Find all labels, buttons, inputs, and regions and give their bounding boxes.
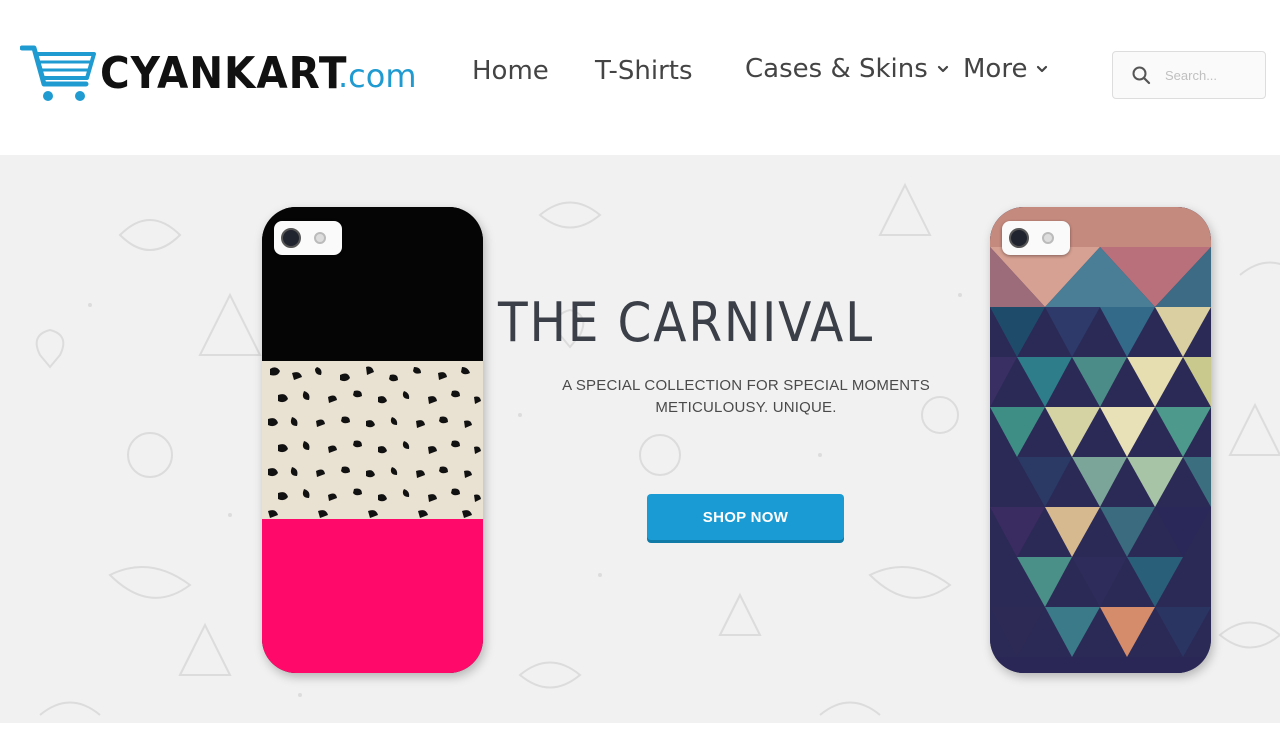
shop-now-label: SHOP NOW bbox=[702, 508, 789, 526]
search-box[interactable] bbox=[1112, 51, 1266, 99]
camera-cutout bbox=[1002, 221, 1070, 255]
camera-lens-icon bbox=[281, 228, 301, 248]
case-band-leopard-print bbox=[262, 361, 483, 519]
hero-title: THE CARNIVAL bbox=[497, 291, 875, 354]
shop-now-button[interactable]: SHOP NOW bbox=[647, 494, 844, 540]
hero-subtitle-line1: A SPECIAL COLLECTION FOR SPECIAL MOMENTS bbox=[562, 377, 930, 394]
nav-cases-skins-label: Cases & Skins bbox=[745, 54, 928, 84]
flash-icon bbox=[1042, 232, 1054, 244]
site-header: CYANKART .com Home T-Shirts Cases & Skin… bbox=[0, 0, 1280, 155]
search-input[interactable] bbox=[1165, 67, 1255, 83]
phone-case-black-leopard-pink[interactable] bbox=[262, 207, 483, 673]
phone-case-geometric-triangles[interactable] bbox=[990, 207, 1211, 673]
chevron-down-icon bbox=[937, 65, 948, 73]
flash-icon bbox=[314, 232, 326, 244]
nav-home-label: Home bbox=[472, 56, 549, 86]
search-icon bbox=[1132, 66, 1151, 85]
brand-name: CYANKART bbox=[100, 48, 348, 99]
case-geometric-pattern bbox=[990, 207, 1211, 673]
hero-title-wrap: THE CARNIVAL bbox=[0, 291, 1280, 354]
nav-tshirts-label: T-Shirts bbox=[595, 56, 693, 86]
hero-banner: THE CARNIVAL A SPECIAL COLLECTION FOR SP… bbox=[0, 155, 1280, 723]
nav-more[interactable]: More bbox=[963, 54, 1049, 84]
nav-home[interactable]: Home bbox=[472, 56, 549, 86]
page-bottom-strip bbox=[0, 723, 1280, 731]
chevron-down-icon bbox=[1037, 65, 1048, 73]
site-logo[interactable]: CYANKART .com bbox=[20, 40, 417, 104]
case-band-pink bbox=[262, 519, 483, 673]
camera-cutout bbox=[274, 221, 342, 255]
hero-subtitle: A SPECIAL COLLECTION FOR SPECIAL MOMENTS… bbox=[540, 375, 952, 419]
nav-tshirts[interactable]: T-Shirts bbox=[595, 56, 693, 86]
nav-cases-skins[interactable]: Cases & Skins bbox=[745, 54, 950, 84]
brand-tld: .com bbox=[338, 57, 417, 95]
nav-more-label: More bbox=[963, 54, 1028, 84]
shopping-cart-icon bbox=[20, 45, 96, 101]
hero-subtitle-line2: METICULOUSY. UNIQUE. bbox=[655, 399, 837, 416]
camera-lens-icon bbox=[1009, 228, 1029, 248]
